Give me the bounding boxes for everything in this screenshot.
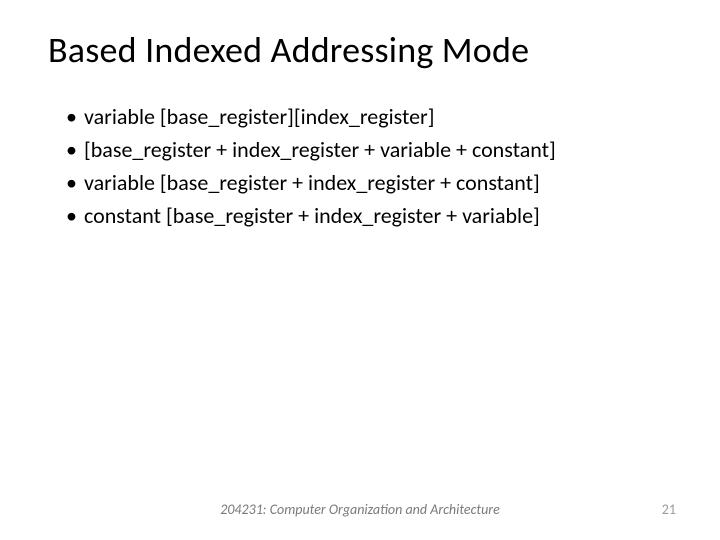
- bullet-text: variable [base_register + index_register…: [84, 168, 540, 198]
- list-item: • variable [base_register + index_regist…: [66, 168, 672, 198]
- slide-footer: 204231: Computer Organization and Archit…: [0, 501, 720, 518]
- bullet-text: constant [base_register + index_register…: [84, 201, 540, 231]
- bullet-icon: •: [66, 135, 84, 165]
- bullet-icon: •: [66, 168, 84, 198]
- footer-text: 204231: Computer Organization and Archit…: [220, 501, 500, 518]
- list-item: • constant [base_register + index_regist…: [66, 201, 672, 231]
- page-number: 21: [662, 501, 676, 518]
- bullet-text: variable [base_register][index_register]: [84, 102, 434, 132]
- page-title: Based Indexed Addressing Mode: [48, 28, 672, 72]
- bullet-icon: •: [66, 201, 84, 231]
- list-item: • [base_register + index_register + vari…: [66, 135, 672, 165]
- slide: Based Indexed Addressing Mode • variable…: [0, 0, 720, 540]
- bullet-text: [base_register + index_register + variab…: [84, 135, 556, 165]
- bullet-icon: •: [66, 102, 84, 132]
- bullet-list: • variable [base_register][index_registe…: [48, 102, 672, 231]
- list-item: • variable [base_register][index_registe…: [66, 102, 672, 132]
